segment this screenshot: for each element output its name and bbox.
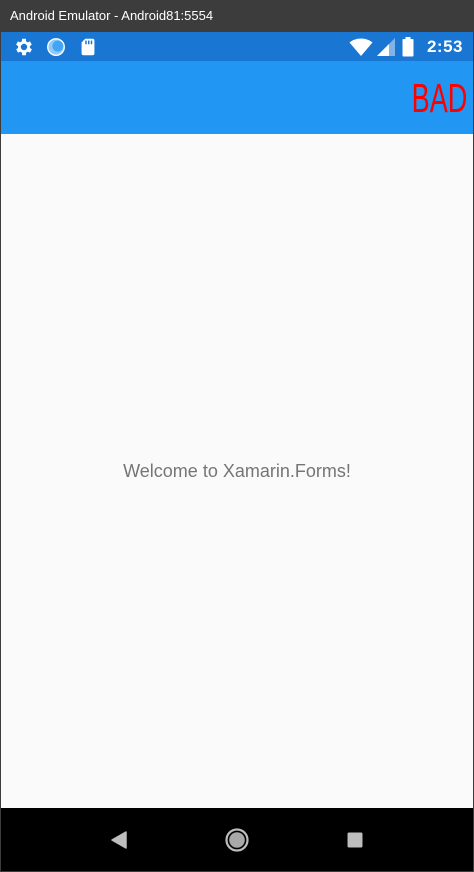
- status-time: 2:53: [426, 37, 463, 56]
- main-content: Welcome to Xamarin.Forms!: [1, 134, 473, 808]
- sd-card-icon: [77, 36, 99, 58]
- wifi-icon: [349, 36, 373, 58]
- cell-signal-icon: [375, 36, 397, 58]
- toolbar-item-bad[interactable]: BAD: [411, 74, 467, 122]
- navigation-bar: [1, 808, 473, 871]
- app-bar: BAD: [1, 61, 473, 134]
- welcome-label: Welcome to Xamarin.Forms!: [123, 461, 351, 481]
- sync-circle-icon: [45, 36, 67, 58]
- status-bar: 2:53: [1, 32, 473, 61]
- home-icon[interactable]: [220, 823, 254, 857]
- recents-icon[interactable]: [338, 823, 372, 857]
- window-title: Android Emulator - Android81:5554: [10, 8, 214, 23]
- emulator-window: Android Emulator - Android81:5554 2:53 B…: [0, 0, 474, 872]
- gear-icon: [13, 36, 35, 58]
- window-title-bar[interactable]: Android Emulator - Android81:5554: [0, 0, 474, 32]
- device-screen: 2:53 BAD Welcome to Xamarin.Forms!: [1, 32, 473, 871]
- back-icon[interactable]: [102, 823, 136, 857]
- battery-icon: [401, 36, 415, 58]
